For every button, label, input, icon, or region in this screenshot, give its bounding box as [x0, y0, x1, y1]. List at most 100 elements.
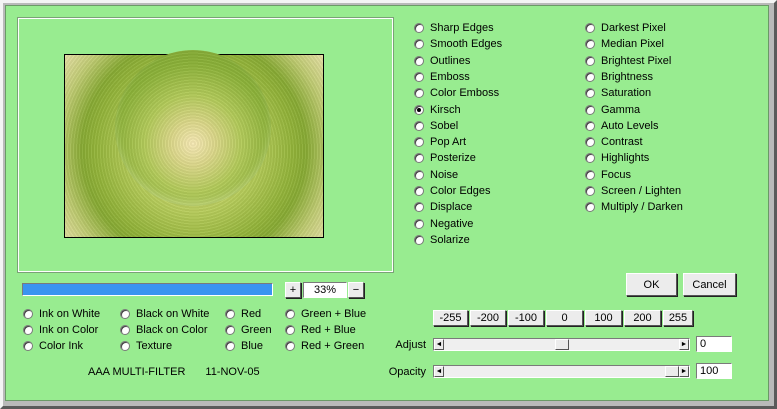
radio-button[interactable]	[414, 153, 424, 164]
radio-button[interactable]	[414, 186, 424, 196]
radio-button[interactable]	[414, 39, 424, 50]
zoom-out-button[interactable]: −	[348, 282, 364, 298]
radio-label: Emboss	[430, 70, 470, 83]
filter-option[interactable]: Emboss	[414, 70, 470, 84]
radio-button[interactable]	[585, 88, 595, 99]
radio-button[interactable]	[120, 309, 130, 319]
radio-button[interactable]	[23, 325, 33, 335]
radio-button[interactable]	[414, 137, 424, 148]
radio-button[interactable]	[414, 202, 424, 213]
radio-button[interactable]	[585, 23, 595, 33]
filter-option[interactable]: Multiply / Darken	[585, 200, 683, 214]
cancel-button[interactable]: Cancel	[683, 273, 736, 296]
plugin-name: AAA MULTI-FILTER	[88, 366, 186, 378]
radio-button[interactable]	[225, 309, 235, 319]
filter-option[interactable]: Brightness	[585, 70, 653, 84]
radio-button[interactable]	[414, 218, 424, 229]
filter-option[interactable]: Saturation	[585, 86, 651, 100]
color-mode-option[interactable]: Black on White	[120, 307, 209, 321]
color-mode-option[interactable]: Red + Blue	[285, 323, 356, 337]
radio-button[interactable]	[585, 104, 595, 115]
filter-option[interactable]: Smooth Edges	[414, 37, 502, 51]
radio-button[interactable]	[414, 120, 424, 131]
preset-button[interactable]: -255	[433, 310, 468, 326]
filter-option[interactable]: Focus	[585, 168, 631, 182]
opacity-right-arrow[interactable]: ►	[679, 366, 689, 377]
filter-option[interactable]: Contrast	[585, 135, 643, 149]
radio-button[interactable]	[585, 186, 595, 196]
color-mode-option[interactable]: Red + Green	[285, 339, 364, 353]
filter-option[interactable]: Displace	[414, 200, 472, 214]
filter-option[interactable]: Darkest Pixel	[585, 21, 666, 35]
opacity-slider-thumb[interactable]	[665, 366, 679, 377]
radio-button[interactable]	[285, 325, 295, 335]
preset-button[interactable]: 100	[585, 310, 622, 326]
radio-button[interactable]	[120, 341, 130, 351]
preset-button[interactable]: 200	[624, 310, 661, 326]
adjust-slider[interactable]: ◄ ►	[433, 338, 690, 351]
radio-button[interactable]	[225, 325, 235, 335]
radio-button[interactable]	[585, 153, 595, 164]
filter-option[interactable]: Pop Art	[414, 135, 466, 149]
opacity-value-field[interactable]: 100	[696, 363, 732, 379]
radio-button[interactable]	[585, 71, 595, 82]
preset-button[interactable]: -200	[470, 310, 506, 326]
adjust-left-arrow[interactable]: ◄	[434, 339, 444, 350]
color-mode-option[interactable]: Ink on White	[23, 307, 100, 321]
opacity-left-arrow[interactable]: ◄	[434, 366, 444, 377]
radio-button[interactable]	[414, 234, 424, 245]
radio-button[interactable]	[414, 23, 424, 33]
radio-button[interactable]	[285, 341, 295, 351]
color-mode-option[interactable]: Texture	[120, 339, 172, 353]
radio-button[interactable]	[585, 39, 595, 50]
filter-option[interactable]: Color Emboss	[414, 86, 499, 100]
color-mode-option[interactable]: Black on Color	[120, 323, 208, 337]
color-mode-option[interactable]: Red	[225, 307, 261, 321]
radio-button[interactable]	[585, 137, 595, 148]
filter-option[interactable]: Auto Levels	[585, 119, 658, 133]
color-mode-option[interactable]: Green + Blue	[285, 307, 366, 321]
radio-button[interactable]	[23, 341, 33, 351]
filter-option[interactable]: Highlights	[585, 151, 649, 165]
filter-option[interactable]: Negative	[414, 217, 473, 231]
radio-button[interactable]	[414, 88, 424, 99]
filter-option[interactable]: Kirsch	[414, 103, 461, 117]
preset-button[interactable]: -100	[508, 310, 544, 326]
radio-button[interactable]	[585, 55, 595, 66]
zoom-in-button[interactable]: +	[285, 282, 301, 298]
filter-option[interactable]: Outlines	[414, 54, 470, 68]
filter-option[interactable]: Sharp Edges	[414, 21, 494, 35]
radio-button[interactable]	[414, 104, 424, 115]
ok-button[interactable]: OK	[626, 273, 677, 296]
radio-label: Pop Art	[430, 136, 467, 149]
filter-option[interactable]: Gamma	[585, 103, 640, 117]
filter-option[interactable]: Sobel	[414, 119, 458, 133]
filter-option[interactable]: Brightest Pixel	[585, 54, 671, 68]
preset-button[interactable]: 255	[663, 310, 693, 326]
opacity-slider[interactable]: ◄ ►	[433, 365, 690, 378]
radio-button[interactable]	[414, 169, 424, 180]
color-mode-option[interactable]: Green	[225, 323, 272, 337]
filter-option[interactable]: Median Pixel	[585, 37, 664, 51]
color-mode-option[interactable]: Color Ink	[23, 339, 83, 353]
radio-button[interactable]	[585, 169, 595, 180]
radio-button[interactable]	[23, 309, 33, 319]
color-mode-option[interactable]: Ink on Color	[23, 323, 98, 337]
radio-button[interactable]	[120, 325, 130, 335]
filter-option[interactable]: Screen / Lighten	[585, 184, 681, 198]
adjust-slider-thumb[interactable]	[554, 339, 569, 350]
filter-option[interactable]: Solarize	[414, 233, 470, 247]
radio-button[interactable]	[414, 55, 424, 66]
color-mode-option[interactable]: Blue	[225, 339, 263, 353]
radio-button[interactable]	[225, 341, 235, 351]
radio-button[interactable]	[585, 120, 595, 131]
radio-button[interactable]	[585, 202, 595, 213]
radio-button[interactable]	[285, 309, 295, 319]
filter-option[interactable]: Posterize	[414, 151, 476, 165]
adjust-right-arrow[interactable]: ►	[679, 339, 689, 350]
filter-option[interactable]: Color Edges	[414, 184, 491, 198]
adjust-value-field[interactable]: 0	[696, 336, 732, 352]
filter-option[interactable]: Noise	[414, 168, 458, 182]
radio-button[interactable]	[414, 71, 424, 82]
preset-button[interactable]: 0	[546, 310, 583, 326]
